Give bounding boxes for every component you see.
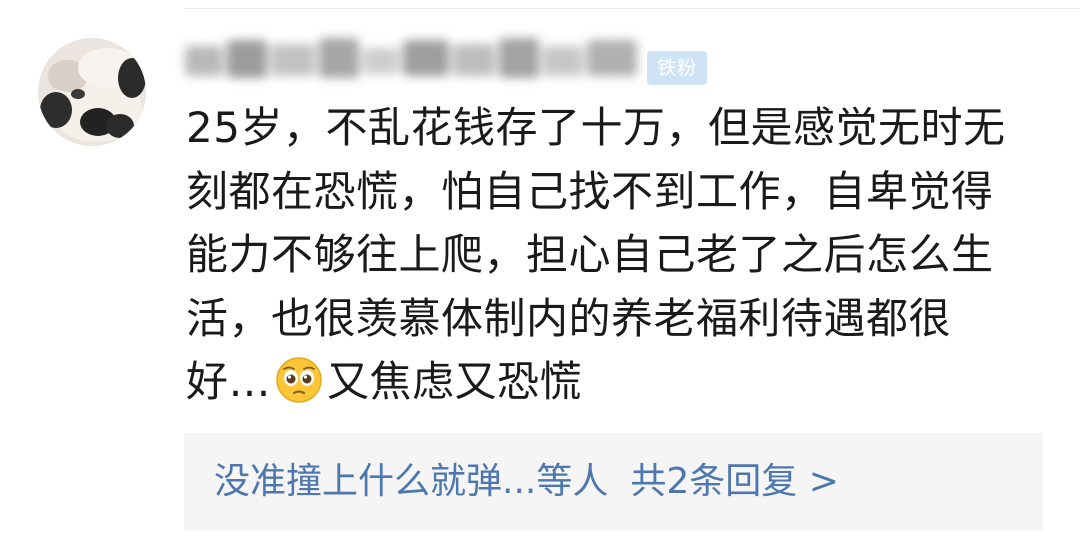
view-replies-link[interactable]: 共2条回复 > (630, 461, 839, 502)
comment-line: 能力不够往上爬，担心自己老了之后怎么生 (186, 230, 994, 279)
comment-line: 活，也很羡慕体制内的养老福利待遇都很 (186, 293, 952, 343)
comment-last-suffix: 又焦虑又恐慌 (327, 357, 583, 406)
top-divider (185, 8, 1080, 9)
pleading-face-icon (276, 357, 322, 403)
reply-preview-user[interactable]: 没准撞上什么就弹... (214, 461, 536, 502)
comment-line-last: 好… 又焦虑又恐慌 (186, 350, 1046, 414)
comment-line: 25岁，不乱花钱存了十万，但是感觉无时无 (186, 103, 1006, 152)
author-name-blurred[interactable] (185, 34, 645, 84)
fan-badge: 铁粉 (647, 51, 708, 85)
user-avatar[interactable] (38, 38, 146, 146)
comment-last-prefix: 好… (186, 357, 272, 406)
comment-text: 25岁，不乱花钱存了十万，但是感觉无时无 刻都在恐慌，怕自己找不到工作，自卑觉得… (186, 96, 1046, 414)
reply-preview-text: 没准撞上什么就弹...等人 共2条回复 > (214, 457, 839, 507)
panda-avatar-icon (38, 38, 146, 146)
reply-preview-box[interactable]: 没准撞上什么就弹...等人 共2条回复 > (184, 433, 1043, 531)
reply-preview-mid: 等人 (536, 461, 609, 502)
comment-line: 刻都在恐慌，怕自己找不到工作，自卑觉得 (186, 166, 994, 216)
